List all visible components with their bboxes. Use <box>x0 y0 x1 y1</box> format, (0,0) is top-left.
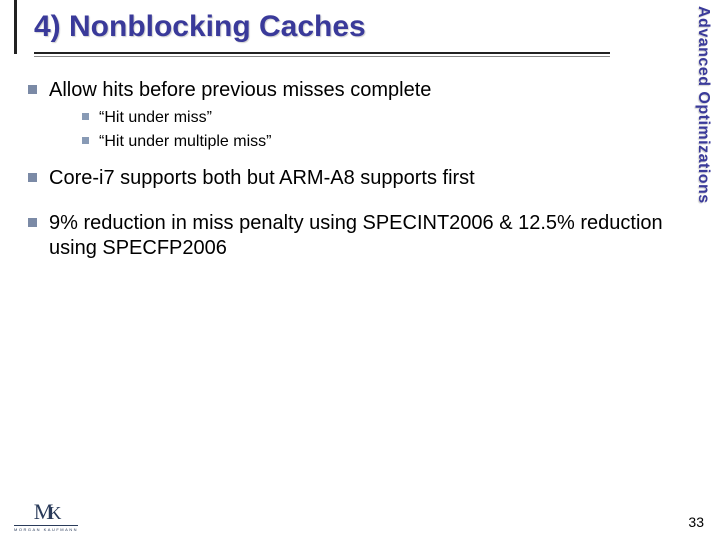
section-label-vertical: Advanced Optimizations <box>690 6 712 266</box>
square-bullet-icon <box>82 113 89 120</box>
bullet-text: 9% reduction in miss penalty using SPECI… <box>49 211 676 261</box>
bullet-item: 9% reduction in miss penalty using SPECI… <box>28 211 676 261</box>
sub-bullet-item: “Hit under multiple miss” <box>82 131 676 153</box>
bullet-text: Allow hits before previous misses comple… <box>49 78 431 103</box>
slide: 4) Nonblocking Caches Advanced Optimizat… <box>0 0 720 540</box>
sub-bullet-text: “Hit under miss” <box>99 107 212 129</box>
title-accent-bar <box>14 0 17 54</box>
slide-title: 4) Nonblocking Caches <box>34 6 670 50</box>
square-bullet-icon <box>28 218 37 227</box>
square-bullet-icon <box>28 173 37 182</box>
sub-bullet-text: “Hit under multiple miss” <box>99 131 271 153</box>
bullet-item: Allow hits before previous misses comple… <box>28 78 676 103</box>
sub-bullet-item: “Hit under miss” <box>82 107 676 129</box>
logo-divider <box>14 525 78 526</box>
bullet-text: Core-i7 supports both but ARM-A8 support… <box>49 166 475 191</box>
square-bullet-icon <box>82 137 89 144</box>
title-underline-thin <box>34 56 610 57</box>
logo-publisher-name: MORGAN KAUFMANN <box>14 527 78 532</box>
page-number: 33 <box>688 514 704 530</box>
logo-monogram: MK <box>34 501 59 523</box>
square-bullet-icon <box>28 85 37 94</box>
logo-letter-k: K <box>48 503 58 523</box>
publisher-logo: MK MORGAN KAUFMANN <box>14 501 78 532</box>
content-area: Allow hits before previous misses comple… <box>28 66 676 265</box>
sub-bullet-list: “Hit under miss” “Hit under multiple mis… <box>82 107 676 152</box>
title-underline-thick <box>34 52 610 54</box>
title-container: 4) Nonblocking Caches <box>34 6 670 50</box>
bullet-item: Core-i7 supports both but ARM-A8 support… <box>28 166 676 191</box>
